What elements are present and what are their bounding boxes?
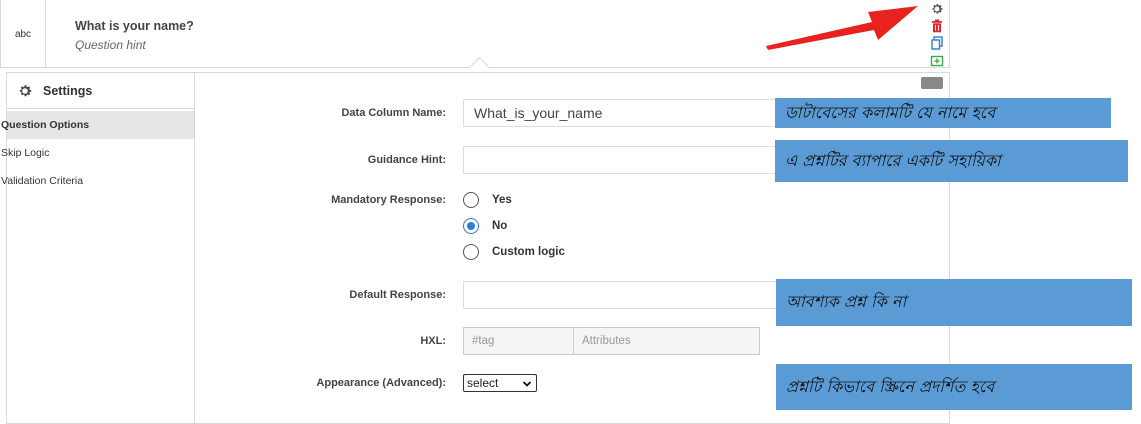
settings-sidebar: Settings Question Options Skip Logic Val… (1, 73, 195, 423)
appearance-label: Appearance (Advanced): (316, 377, 446, 389)
radio-custom-label: Custom logic (492, 246, 565, 258)
annotation-arrow (766, 6, 918, 50)
callout-guidance-hint: এ প্রশ্নটির ব্যাপারে একটি সহায়িকা (775, 140, 1128, 182)
mandatory-no-option[interactable]: No (463, 218, 507, 234)
add-to-library-icon[interactable] (930, 54, 944, 68)
mandatory-custom-option[interactable]: Custom logic (463, 244, 565, 260)
sidebar-item-validation-criteria[interactable]: Validation Criteria (1, 167, 194, 195)
guidance-hint-label: Guidance Hint: (367, 154, 446, 166)
callout-data-column: ডাটাবেসের কলামটি যে নামে হবে (775, 98, 1111, 128)
gear-icon (17, 83, 33, 99)
radio-no-label: No (492, 220, 508, 232)
hxl-attributes-input[interactable]: Attributes (573, 327, 760, 355)
hxl-label: HXL: (420, 335, 446, 347)
mandatory-response-label: Mandatory Response: (331, 194, 446, 206)
copy-icon[interactable] (930, 36, 944, 50)
mandatory-yes-option[interactable]: Yes (463, 192, 512, 208)
callout-mandatory-response: আবশ্যক প্রশ্ন কি না (776, 279, 1132, 326)
chevron-down-icon (522, 378, 532, 388)
trash-icon[interactable] (930, 19, 944, 33)
collapse-settings-button[interactable] (921, 77, 943, 89)
sidebar-item-question-options[interactable]: Question Options (1, 111, 194, 139)
sidebar-item-skip-logic[interactable]: Skip Logic (1, 139, 194, 167)
radio-yes[interactable] (463, 192, 479, 208)
hxl-tag-input[interactable]: #tag (463, 327, 574, 355)
default-response-label: Default Response: (349, 289, 446, 301)
radio-yes-label: Yes (492, 194, 512, 206)
data-column-label: Data Column Name: (341, 107, 446, 119)
settings-header: Settings (7, 73, 194, 109)
sidebar-item-label: Question Options (1, 119, 90, 131)
sidebar-item-label: Skip Logic (1, 147, 50, 159)
radio-custom-logic[interactable] (463, 244, 479, 260)
question-label[interactable]: What is your name? (75, 19, 194, 33)
radio-no[interactable] (463, 218, 479, 234)
question-hint[interactable]: Question hint (75, 38, 146, 52)
settings-gear-icon[interactable] (930, 2, 944, 16)
sidebar-item-label: Validation Criteria (1, 175, 84, 187)
question-type-label: abc (1, 0, 46, 68)
callout-appearance: প্রশ্নটি কিভাবে স্ক্রিনে প্রদর্শিত হবে (776, 364, 1132, 410)
appearance-select-value: select (467, 376, 499, 390)
appearance-select[interactable]: select (463, 374, 537, 392)
settings-title: Settings (43, 83, 93, 98)
